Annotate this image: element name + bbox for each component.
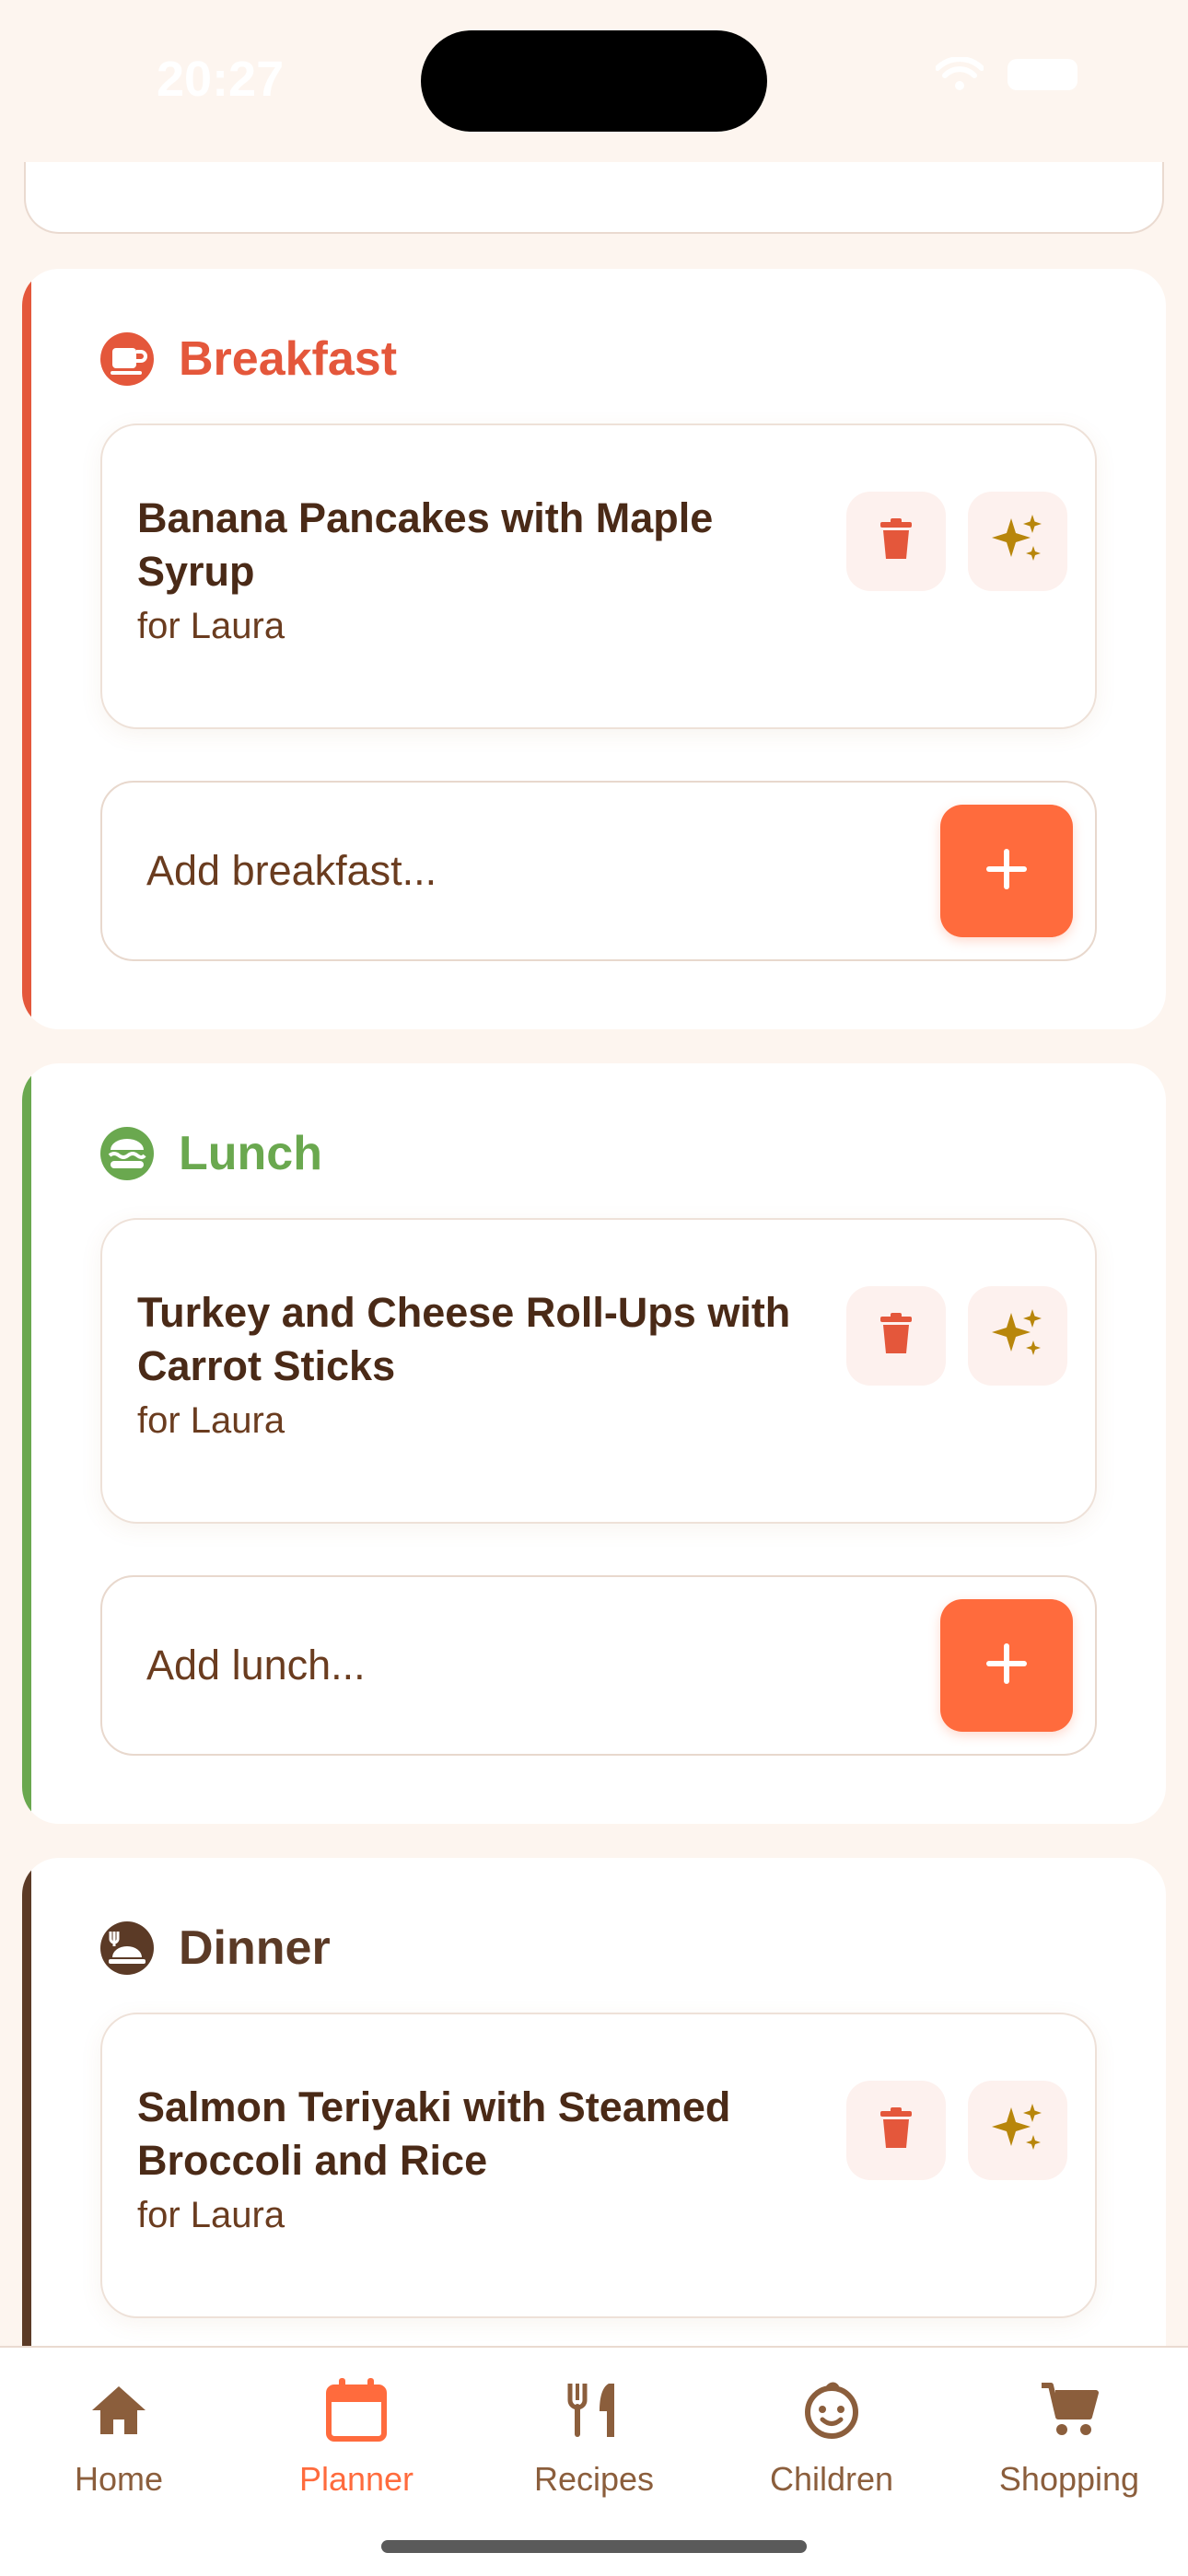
meal-item-for: for Laura — [137, 2195, 285, 2235]
home-icon — [90, 2373, 147, 2447]
meal-section-breakfast: Breakfast Banana Pancakes with Maple Syr… — [22, 269, 1166, 1029]
ai-suggest-button[interactable] — [968, 2081, 1067, 2180]
fork-knife-icon — [566, 2373, 622, 2447]
home-indicator[interactable] — [381, 2540, 807, 2553]
tab-label: Home — [74, 2460, 164, 2498]
burger-icon — [99, 1126, 155, 1181]
tab-label: Shopping — [998, 2460, 1140, 2498]
trash-icon — [879, 517, 914, 565]
tab-label: Planner — [298, 2460, 414, 2498]
cart-icon — [1040, 2373, 1099, 2447]
meal-header: Breakfast — [99, 331, 397, 387]
status-bar: 20:27 — [0, 0, 1188, 162]
tab-children[interactable]: Children — [713, 2373, 950, 2521]
dynamic-island — [421, 30, 767, 132]
battery-icon — [1007, 59, 1077, 90]
tab-recipes[interactable]: Recipes — [475, 2373, 713, 2521]
delete-button[interactable] — [846, 2081, 946, 2180]
add-meal-row: Add breakfast... — [100, 781, 1097, 961]
meal-item-name: Turkey and Cheese Roll-Ups with Carrot S… — [137, 1289, 791, 1389]
calendar-icon — [326, 2373, 387, 2447]
ai-suggest-button[interactable] — [968, 492, 1067, 591]
meal-item-for: for Laura — [137, 1400, 285, 1441]
add-button[interactable] — [940, 805, 1073, 937]
sparkles-icon — [991, 513, 1044, 571]
dinner-plate-icon — [99, 1920, 155, 1976]
tab-label: Recipes — [533, 2460, 655, 2498]
plus-icon — [984, 847, 1029, 896]
ai-suggest-button[interactable] — [968, 1286, 1067, 1386]
meal-item-name: Salmon Teriyaki with Steamed Broccoli an… — [137, 2083, 731, 2184]
delete-button[interactable] — [846, 492, 946, 591]
trash-icon — [879, 2106, 914, 2154]
child-face-icon — [800, 2373, 863, 2447]
meal-item-for: for Laura — [137, 606, 285, 646]
status-time: 20:27 — [157, 52, 285, 107]
tab-label: Children — [769, 2460, 894, 2498]
coffee-cup-icon — [99, 331, 155, 387]
trash-icon — [879, 1312, 914, 1360]
delete-button[interactable] — [846, 1286, 946, 1386]
meal-title: Dinner — [179, 1921, 331, 1975]
meal-header: Dinner — [99, 1920, 331, 1976]
meal-title: Lunch — [179, 1127, 322, 1180]
tab-planner[interactable]: Planner — [238, 2373, 475, 2521]
meal-section-lunch: Lunch Turkey and Cheese Roll-Ups with Ca… — [22, 1063, 1166, 1824]
status-icons — [936, 57, 1077, 92]
meal-title: Breakfast — [179, 332, 398, 386]
meal-item-card[interactable]: Turkey and Cheese Roll-Ups with Carrot S… — [100, 1218, 1097, 1524]
add-breakfast-input[interactable]: Add breakfast... — [146, 783, 437, 959]
wifi-icon — [936, 57, 984, 92]
plus-icon — [984, 1642, 1029, 1690]
add-lunch-input[interactable]: Add lunch... — [146, 1577, 366, 1754]
sparkles-icon — [991, 2102, 1044, 2160]
add-button[interactable] — [940, 1599, 1073, 1732]
meal-item-card[interactable]: Salmon Teriyaki with Steamed Broccoli an… — [100, 2013, 1097, 2318]
add-meal-row: Add lunch... — [100, 1575, 1097, 1756]
meal-item-name: Banana Pancakes with Maple Syrup — [137, 494, 714, 595]
meal-header: Lunch — [99, 1126, 322, 1181]
tab-shopping[interactable]: Shopping — [950, 2373, 1188, 2521]
tab-home[interactable]: Home — [0, 2373, 238, 2521]
planner-scroll-content[interactable]: Breakfast Banana Pancakes with Maple Syr… — [0, 0, 1188, 2574]
sparkles-icon — [991, 1307, 1044, 1365]
meal-item-card[interactable]: Banana Pancakes with Maple Syrup for Lau… — [100, 424, 1097, 729]
